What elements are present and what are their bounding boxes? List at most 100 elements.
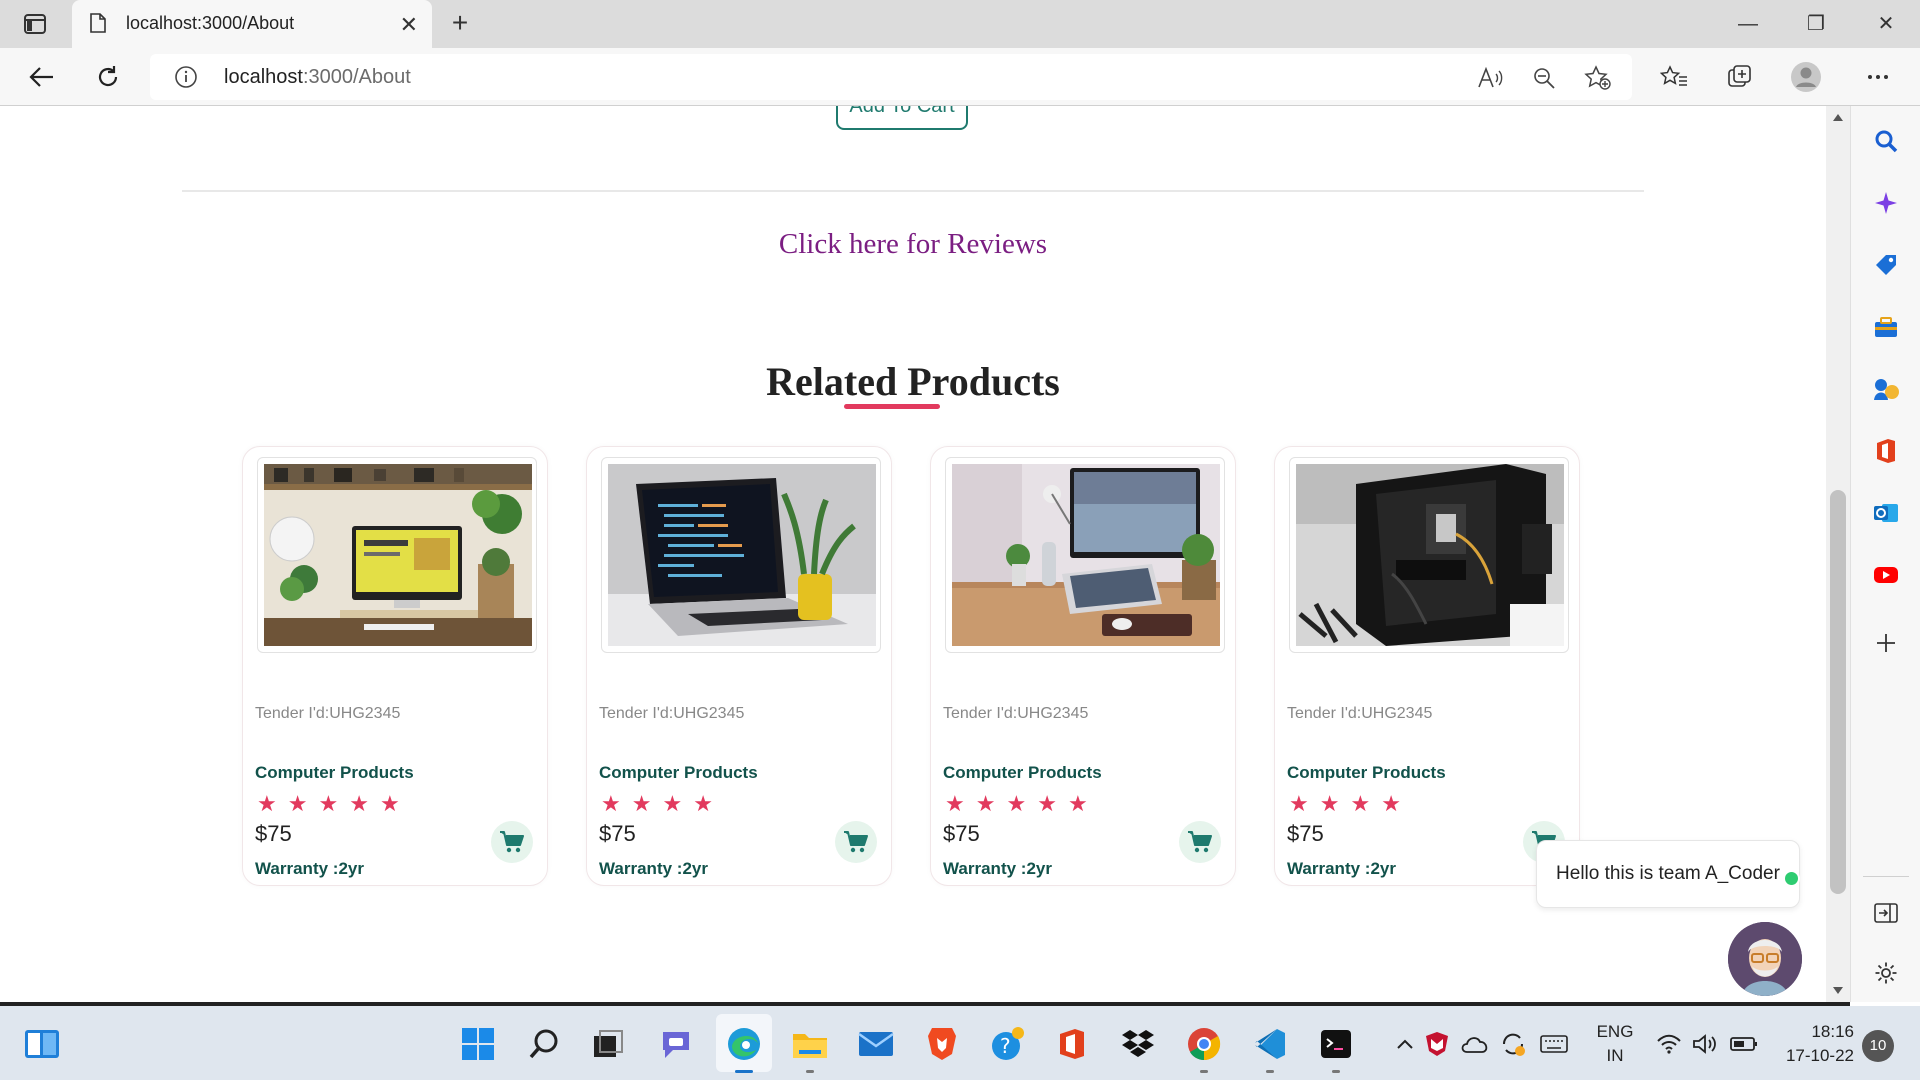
read-aloud-icon[interactable] <box>1476 64 1504 92</box>
scroll-up-icon[interactable] <box>1833 114 1843 121</box>
show-hidden-icons-icon[interactable] <box>1394 1024 1416 1064</box>
more-menu-icon[interactable] <box>1860 60 1896 94</box>
rating-stars: ★ ★ ★ ★ <box>601 793 713 815</box>
product-card[interactable]: Tender I'd:UHG2345 Computer Products ★ ★ ★… <box>1274 446 1580 886</box>
close-tab-icon[interactable]: ✕ <box>400 12 418 38</box>
star-icon: ★ <box>1289 791 1309 816</box>
cart-icon[interactable] <box>491 821 533 863</box>
collections-icon[interactable] <box>1722 60 1758 94</box>
sync-icon[interactable] <box>1498 1024 1528 1064</box>
brave-browser-icon[interactable] <box>922 1024 962 1064</box>
star-icon: ★ <box>257 791 277 816</box>
notification-count-badge[interactable]: 10 <box>1862 1030 1894 1062</box>
app-running-indicator <box>1266 1070 1274 1073</box>
taskbar-search-icon[interactable] <box>524 1024 564 1064</box>
volume-icon[interactable] <box>1690 1024 1720 1064</box>
office-icon[interactable] <box>1871 436 1901 466</box>
hide-sidebar-icon[interactable] <box>1871 898 1901 928</box>
task-view-icon[interactable] <box>588 1024 628 1064</box>
product-price: $75 <box>599 821 636 846</box>
language-indicator[interactable]: ENG IN <box>1590 1022 1640 1066</box>
section-divider <box>182 190 1644 192</box>
browser-tab[interactable]: localhost:3000/About ✕ <box>72 0 432 48</box>
product-image[interactable] <box>1289 457 1569 653</box>
get-help-icon[interactable]: ? <box>988 1024 1028 1064</box>
star-icon: ★ <box>945 791 965 816</box>
minimize-icon[interactable]: — <box>1724 8 1772 40</box>
reviews-link[interactable]: Click here for Reviews <box>0 228 1826 261</box>
mail-icon[interactable] <box>856 1024 896 1064</box>
url-text: localhost:3000/About <box>224 66 411 88</box>
page-scrollbar[interactable] <box>1826 106 1850 1002</box>
star-icon: ★ <box>379 791 400 816</box>
product-card[interactable]: Tender I'd:UHG2345 Computer Products ★ ★ ★… <box>930 446 1236 886</box>
teams-chat-icon[interactable] <box>656 1024 696 1064</box>
profile-avatar-icon[interactable] <box>1788 60 1824 94</box>
address-bar[interactable]: localhost:3000/About <box>150 54 1632 100</box>
copilot-sparkle-icon[interactable] <box>1871 188 1901 218</box>
product-warranty: Warranty :2yr <box>943 859 1052 878</box>
edge-browser-icon[interactable] <box>724 1024 764 1064</box>
settings-gear-icon[interactable] <box>1871 958 1901 988</box>
related-products-heading: Related Products <box>766 359 1060 404</box>
cart-icon[interactable] <box>835 821 877 863</box>
app-running-indicator <box>1332 1070 1340 1073</box>
tab-title: localhost:3000/About <box>126 13 295 33</box>
restore-icon[interactable]: ❐ <box>1792 8 1840 40</box>
app-active-indicator <box>735 1070 753 1073</box>
site-info-icon[interactable] <box>174 65 198 94</box>
outlook-icon[interactable] <box>1871 498 1901 528</box>
zoom-out-icon[interactable] <box>1530 64 1558 92</box>
product-warranty: Warranty :2yr <box>599 859 708 878</box>
shopping-tag-icon[interactable] <box>1871 250 1901 280</box>
dropbox-icon[interactable] <box>1118 1024 1158 1064</box>
product-price: $75 <box>943 821 980 846</box>
mcafee-icon[interactable] <box>1422 1024 1452 1064</box>
product-image[interactable] <box>601 457 881 653</box>
star-icon: ★ <box>1319 791 1340 816</box>
star-icon: ★ <box>631 791 652 816</box>
vscode-icon[interactable] <box>1250 1024 1290 1064</box>
product-category: Computer Products <box>255 763 414 782</box>
youtube-icon[interactable] <box>1871 560 1901 590</box>
region-code: IN <box>1606 1046 1624 1065</box>
terminal-icon[interactable] <box>1316 1024 1356 1064</box>
tab-actions-icon[interactable] <box>16 10 54 38</box>
clock[interactable]: 18:16 17-10-22 <box>1770 1022 1854 1066</box>
scroll-down-icon[interactable] <box>1833 987 1843 994</box>
add-favorite-icon[interactable] <box>1584 64 1612 92</box>
refresh-icon[interactable] <box>90 60 126 94</box>
product-warranty: Warranty :2yr <box>1287 859 1396 878</box>
product-image[interactable] <box>257 457 537 653</box>
scroll-thumb[interactable] <box>1830 490 1846 894</box>
chatbot-avatar[interactable] <box>1728 922 1802 996</box>
add-sidebar-item-icon[interactable] <box>1871 628 1901 658</box>
product-warranty: Warranty :2yr <box>255 859 364 878</box>
widgets-icon[interactable] <box>22 1024 62 1064</box>
new-tab-icon[interactable]: + <box>444 8 476 40</box>
windows-taskbar: ? ENG IN 18:16 17-10-22 10 <box>0 1006 1920 1080</box>
product-card[interactable]: Tender I'd:UHG2345 Computer Products ★ ★ ★… <box>586 446 892 886</box>
product-price: $75 <box>1287 821 1324 846</box>
product-card[interactable]: Tender I'd:UHG2345 Computer Products ★ ★ ★… <box>242 446 548 886</box>
office-app-icon[interactable] <box>1052 1024 1092 1064</box>
cart-icon[interactable] <box>1179 821 1221 863</box>
search-icon[interactable] <box>1871 126 1901 156</box>
keyboard-icon[interactable] <box>1538 1024 1570 1064</box>
close-window-icon[interactable]: ✕ <box>1862 8 1910 40</box>
favorites-icon[interactable] <box>1656 60 1692 94</box>
product-image[interactable] <box>945 457 1225 653</box>
chrome-icon[interactable] <box>1184 1024 1224 1064</box>
app-running-indicator <box>806 1070 814 1073</box>
file-explorer-icon[interactable] <box>790 1024 830 1064</box>
onedrive-icon[interactable] <box>1460 1024 1490 1064</box>
windows-start-icon[interactable] <box>458 1024 498 1064</box>
product-category: Computer Products <box>1287 763 1446 782</box>
add-to-cart-button[interactable]: Add To Cart <box>836 106 968 130</box>
back-icon[interactable] <box>24 60 60 94</box>
browser-tab-strip: localhost:3000/About ✕ + — ❐ ✕ <box>0 0 1920 48</box>
battery-icon[interactable] <box>1728 1024 1760 1064</box>
tools-briefcase-icon[interactable] <box>1871 312 1901 342</box>
wifi-icon[interactable] <box>1654 1024 1684 1064</box>
games-icon[interactable] <box>1871 374 1901 404</box>
